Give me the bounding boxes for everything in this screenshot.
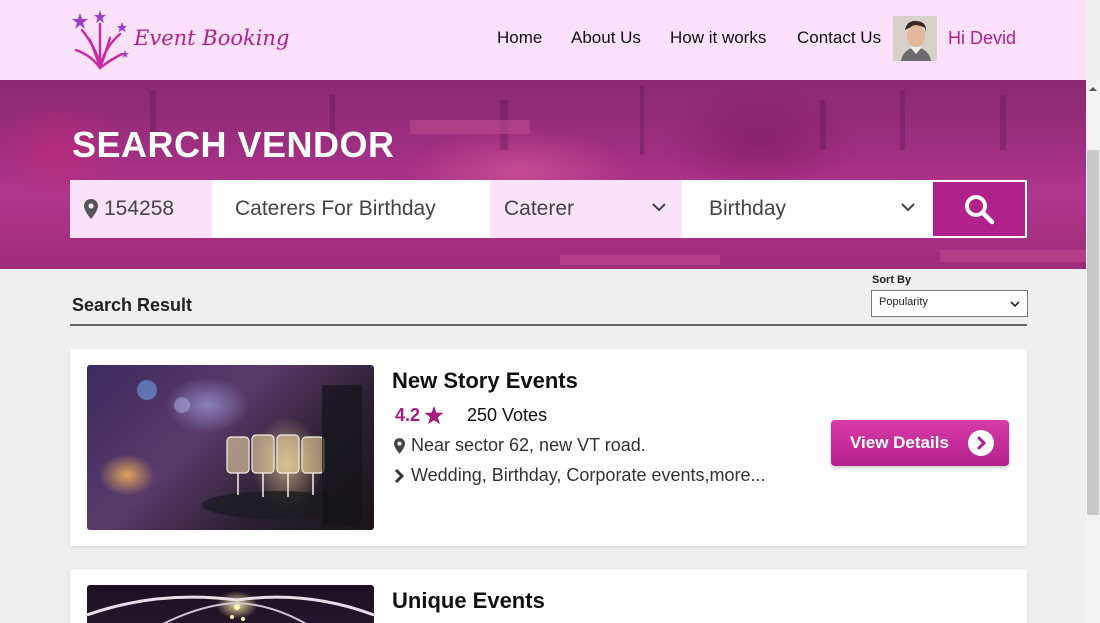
avatar[interactable] bbox=[893, 16, 937, 61]
search-button[interactable] bbox=[931, 180, 1027, 238]
search-result-heading: Search Result bbox=[72, 295, 193, 315]
map-marker-icon bbox=[394, 437, 405, 454]
vendor-address: Near sector 62, new VT road. bbox=[394, 435, 646, 456]
divider bbox=[70, 324, 1027, 326]
vendor-image[interactable] bbox=[86, 585, 375, 623]
rating-value: 4.2 bbox=[395, 405, 421, 425]
vendor-rating: 4.2 bbox=[395, 405, 444, 426]
nav-home[interactable]: Home bbox=[497, 28, 542, 48]
sort-by-value: Popularity bbox=[879, 296, 928, 308]
nav-how-it-works[interactable]: How it works bbox=[670, 28, 766, 48]
vendor-name[interactable]: New Story Events bbox=[392, 368, 578, 394]
vendor-search-bar: 154258 Caterers For Birthday Caterer Bir… bbox=[70, 180, 1027, 238]
champagne-glasses-photo bbox=[137, 380, 362, 525]
hero-banner: SEARCH VENDOR 154258 Caterers For Birthd… bbox=[0, 80, 1086, 269]
star-icon bbox=[424, 406, 444, 425]
services-text: Wedding, Birthday, Corporate events,more… bbox=[411, 465, 766, 485]
search-query-input[interactable]: Caterers For Birthday bbox=[212, 180, 490, 238]
search-icon bbox=[965, 195, 995, 225]
map-marker-icon bbox=[84, 199, 98, 219]
location-value: 154258 bbox=[104, 197, 175, 220]
location-input[interactable]: 154258 bbox=[70, 180, 212, 238]
user-avatar-image bbox=[893, 16, 937, 61]
vendor-image[interactable] bbox=[87, 365, 374, 530]
sort-by-select[interactable]: Popularity bbox=[871, 290, 1028, 317]
category-select[interactable]: Caterer bbox=[490, 180, 682, 238]
view-details-button[interactable]: View Details bbox=[831, 420, 1009, 466]
chevron-down-icon bbox=[901, 203, 915, 212]
arrow-right-circle-icon bbox=[968, 430, 994, 456]
chevron-right-icon bbox=[394, 468, 405, 483]
category-value: Caterer bbox=[504, 197, 575, 220]
fireworks-logo-icon bbox=[72, 10, 129, 70]
page-title: SEARCH VENDOR bbox=[72, 124, 395, 165]
page-scrollbar[interactable] bbox=[1086, 80, 1100, 623]
brand-name: Event Booking bbox=[134, 26, 290, 50]
sort-by-label: Sort By bbox=[872, 274, 912, 286]
scroll-up-arrow-icon[interactable] bbox=[1089, 85, 1097, 93]
hero-background-image bbox=[150, 85, 1086, 265]
scrollbar-thumb[interactable] bbox=[1087, 150, 1099, 515]
address-text: Near sector 62, new VT road. bbox=[411, 435, 646, 455]
nav-about-us[interactable]: About Us bbox=[571, 28, 641, 48]
vendor-name[interactable]: Unique Events bbox=[392, 588, 545, 614]
top-header: Event Booking Home About Us How it works… bbox=[0, 0, 1086, 80]
tent-lights-photo bbox=[86, 595, 375, 623]
brand-logo[interactable]: Event Booking bbox=[70, 10, 289, 70]
view-details-label: View Details bbox=[850, 433, 949, 452]
nav-contact-us[interactable]: Contact Us bbox=[797, 28, 881, 48]
vendor-card: Unique Events bbox=[70, 569, 1027, 623]
vendor-votes: 250 Votes bbox=[467, 405, 548, 425]
chevron-down-icon bbox=[1010, 301, 1020, 308]
chevron-down-icon bbox=[652, 203, 666, 212]
occasion-value: Birthday bbox=[709, 197, 787, 220]
occasion-select[interactable]: Birthday bbox=[682, 180, 931, 238]
vendor-card: New Story Events 4.2 250 Votes Near sect… bbox=[70, 349, 1027, 546]
user-greeting[interactable]: Hi Devid bbox=[948, 28, 1016, 49]
vendor-services: Wedding, Birthday, Corporate events,more… bbox=[394, 465, 766, 486]
